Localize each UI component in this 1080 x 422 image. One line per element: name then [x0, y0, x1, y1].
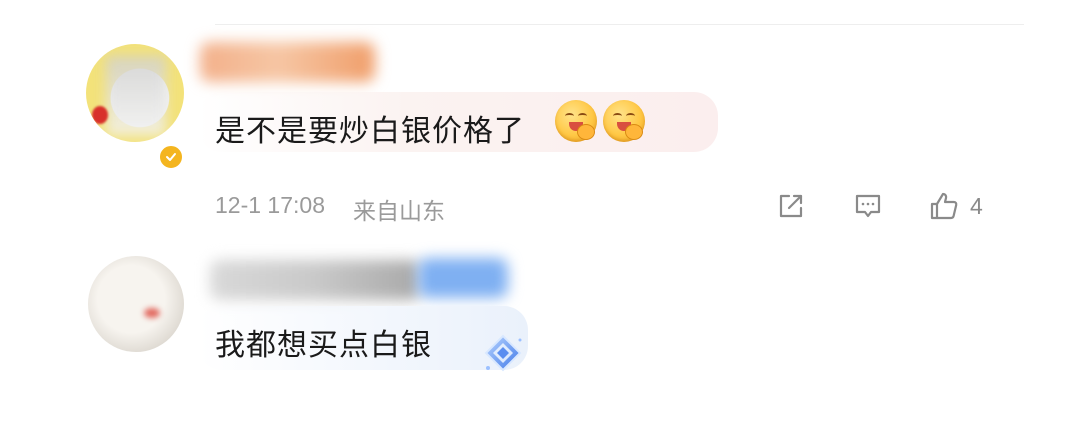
- avatar-image: [106, 56, 166, 136]
- avatar-image: [144, 308, 160, 318]
- comment-meta: 12-1 17:08 来自山东 4: [215, 192, 1020, 224]
- username[interactable]: [210, 260, 420, 300]
- username[interactable]: [200, 42, 375, 82]
- comment-text: 我都想买点白银: [215, 329, 432, 362]
- thumbs-up-icon: [930, 192, 958, 220]
- like-count: 4: [970, 192, 983, 219]
- comment-button[interactable]: [852, 188, 884, 224]
- diamond-icon: [484, 334, 522, 372]
- avatar-detail: [92, 106, 108, 124]
- comment-location: 来自山东: [353, 198, 445, 224]
- comment-icon: [855, 194, 881, 218]
- share-button[interactable]: [775, 188, 807, 224]
- avatar[interactable]: [88, 256, 184, 352]
- divider: [215, 24, 1024, 25]
- comment-item: 是不是要炒白银价格了 12-1 17:08 来自山东 4: [0, 28, 1080, 238]
- yummy-face-emoji-icon: [555, 100, 597, 142]
- comment-time: 12-1 17:08: [215, 192, 325, 218]
- like-button[interactable]: 4: [928, 188, 983, 224]
- yummy-face-emoji-icon: [603, 100, 645, 142]
- comment-text: 是不是要炒白银价格了: [215, 115, 525, 148]
- avatar[interactable]: [86, 44, 184, 142]
- comment-item: 我都想买点白银: [0, 248, 1080, 422]
- verified-badge-icon: [158, 144, 184, 170]
- username-highlight: [418, 258, 508, 298]
- share-icon: [779, 194, 803, 218]
